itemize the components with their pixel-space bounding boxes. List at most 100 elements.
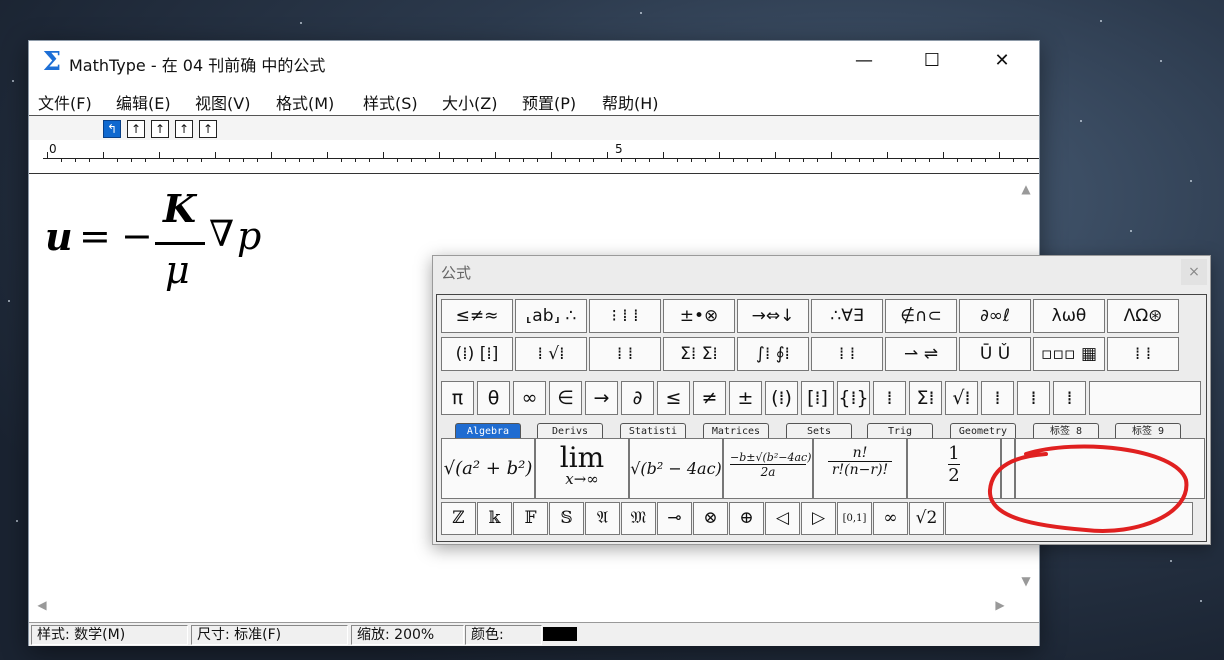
template-combination[interactable]: n! r!(n−r)!: [813, 438, 907, 499]
template-pythagorean[interactable]: √(a² + b²): [441, 438, 535, 499]
template-discriminant[interactable]: √(b² − 4ac): [629, 438, 723, 499]
blackboard-k-button[interactable]: 𝕜: [477, 502, 512, 535]
ruler-tick: [467, 158, 468, 162]
scroll-left-icon[interactable]: ◀: [29, 598, 55, 612]
palette-close-icon[interactable]: ×: [1181, 259, 1207, 285]
left-triangle-button[interactable]: ◁: [765, 502, 800, 535]
equation[interactable]: u = − K μ ∇ p: [45, 186, 305, 310]
tab-algebra[interactable]: Algebra: [455, 423, 521, 439]
greek-uppercase-palette-button[interactable]: ΛΩ⊛: [1107, 299, 1179, 333]
matrix-template-button[interactable]: ▫▫▫ ▦: [1033, 337, 1105, 371]
tab-trig[interactable]: Trig: [867, 423, 933, 439]
greek-lowercase-palette-button[interactable]: λωθ: [1033, 299, 1105, 333]
sum-template-button[interactable]: Σ⁞: [909, 381, 942, 415]
scroll-right-icon[interactable]: ▶: [987, 598, 1013, 612]
embellishments-palette-button[interactable]: ⁝ ⁞ ⁞: [589, 299, 661, 333]
less-equal-symbol-button[interactable]: ≤: [657, 381, 690, 415]
misc-symbols-palette-button[interactable]: ∂∞ℓ: [959, 299, 1031, 333]
tab-matrices[interactable]: Matrices: [703, 423, 769, 439]
scroll-down-icon[interactable]: ▼: [1013, 574, 1039, 588]
not-equal-symbol-button[interactable]: ≠: [693, 381, 726, 415]
multimap-button[interactable]: ⊸: [657, 502, 692, 535]
superscript-template-button[interactable]: ⁞: [981, 381, 1014, 415]
parentheses-template-button[interactable]: (⁞): [765, 381, 798, 415]
fraktur-f-button[interactable]: 𝔽: [513, 502, 548, 535]
sub-superscript-template-button[interactable]: ⁞: [1053, 381, 1086, 415]
menu-edit[interactable]: 编辑(E): [116, 90, 171, 114]
set-theory-palette-button[interactable]: ∉∩⊂: [885, 299, 957, 333]
bar-arrow-template-button[interactable]: ⁞ ⁞: [811, 337, 883, 371]
empty-slot[interactable]: [1089, 381, 1201, 415]
title-bar[interactable]: Σ MathType - 在 04 刊前确 中的公式 — ☐ ✕: [29, 41, 1039, 83]
right-triangle-button[interactable]: ▷: [801, 502, 836, 535]
menu-format[interactable]: 格式(M): [276, 90, 334, 114]
tab-label-8[interactable]: 标签 8: [1033, 423, 1099, 439]
fraction-radical-template-button[interactable]: ⁞ √⁞: [515, 337, 587, 371]
template-blank-narrow[interactable]: [1001, 438, 1015, 499]
summation-template-button[interactable]: Σ⁞ Σ⁞: [663, 337, 735, 371]
fraction-template-button[interactable]: ⁞: [873, 381, 906, 415]
menu-style[interactable]: 样式(S): [363, 90, 418, 114]
menu-file[interactable]: 文件(F): [38, 90, 92, 114]
template-limit[interactable]: lim x→∞: [535, 438, 629, 499]
right-arrow-symbol-button[interactable]: →: [585, 381, 618, 415]
horizontal-scrollbar[interactable]: ◀ ▶: [29, 592, 1013, 618]
brackets-template-button[interactable]: [⁞]: [801, 381, 834, 415]
template-empty-slot[interactable]: [1015, 438, 1205, 499]
subscript-template-button[interactable]: ⁞: [1017, 381, 1050, 415]
tab-derivs[interactable]: Derivs: [537, 423, 603, 439]
tab-statistics[interactable]: Statisti: [620, 423, 686, 439]
oplus-button[interactable]: ⊕: [729, 502, 764, 535]
logic-palette-button[interactable]: ∴∀∃: [811, 299, 883, 333]
menu-size[interactable]: 大小(Z): [442, 90, 497, 114]
tab-sets[interactable]: Sets: [786, 423, 852, 439]
fences-template-button[interactable]: (⁞) [⁞]: [441, 337, 513, 371]
spaces-ellipses-palette-button[interactable]: ⸤ab⸥ ∴: [515, 299, 587, 333]
menu-preferences[interactable]: 预置(P): [522, 90, 576, 114]
box-template-button[interactable]: ⁞ ⁞: [1107, 337, 1179, 371]
menu-view[interactable]: 视图(V): [195, 90, 250, 114]
infinity-symbol-button[interactable]: ∞: [513, 381, 546, 415]
braces-template-button[interactable]: {⁞}: [837, 381, 870, 415]
font-row-empty-slot[interactable]: [945, 502, 1193, 535]
partial-symbol-button[interactable]: ∂: [621, 381, 654, 415]
integral-template-button[interactable]: ∫⁞ ∮⁞: [737, 337, 809, 371]
theta-symbol-button[interactable]: θ: [477, 381, 510, 415]
maximize-button[interactable]: ☐: [899, 41, 965, 81]
align-relational-tab-icon[interactable]: ↑: [175, 120, 193, 138]
products-template-button[interactable]: Ū Ǔ: [959, 337, 1031, 371]
menu-help[interactable]: 帮助(H): [602, 90, 659, 114]
template-half[interactable]: 1 2: [907, 438, 1001, 499]
align-left-tab-icon[interactable]: ↰: [103, 120, 121, 138]
subscript-superscript-template-button[interactable]: ⁞ ⁞: [589, 337, 661, 371]
align-right-tab-icon[interactable]: ↑: [151, 120, 169, 138]
tab-label-9[interactable]: 标签 9: [1115, 423, 1181, 439]
tab-geometry[interactable]: Geometry: [950, 423, 1016, 439]
plus-minus-symbol-button[interactable]: ±: [729, 381, 762, 415]
scroll-up-icon[interactable]: ▲: [1013, 182, 1039, 196]
arrows-palette-button[interactable]: →⇔↓: [737, 299, 809, 333]
element-of-symbol-button[interactable]: ∈: [549, 381, 582, 415]
template-quadratic[interactable]: −b±√(b²−4ac) 2a: [723, 438, 813, 499]
operators-palette-button[interactable]: ±•⊗: [663, 299, 735, 333]
pi-symbol-button[interactable]: π: [441, 381, 474, 415]
quad-denominator: 2a: [760, 465, 776, 479]
ruler-tick: [355, 158, 356, 162]
blackboard-z-button[interactable]: ℤ: [441, 502, 476, 535]
infinity-button[interactable]: ∞: [873, 502, 908, 535]
sqrt-two-button[interactable]: √2: [909, 502, 944, 535]
relations-palette-button[interactable]: ≤≠≈: [441, 299, 513, 333]
align-decimal-tab-icon[interactable]: ↑: [199, 120, 217, 138]
labeled-arrow-template-button[interactable]: ⇀ ⇌: [885, 337, 957, 371]
ruler[interactable]: 0 5: [29, 140, 1039, 174]
interval-button[interactable]: [0,1]: [837, 502, 872, 535]
otimes-button[interactable]: ⊗: [693, 502, 728, 535]
align-center-tab-icon[interactable]: ↑: [127, 120, 145, 138]
close-button[interactable]: ✕: [969, 41, 1035, 81]
perm-numerator: n!: [828, 445, 892, 462]
fraktur-m-button[interactable]: 𝔐: [621, 502, 656, 535]
minimize-button[interactable]: —: [831, 41, 897, 81]
script-s-button[interactable]: 𝕊: [549, 502, 584, 535]
sqrt-template-button[interactable]: √⁞: [945, 381, 978, 415]
fraktur-a-button[interactable]: 𝔄: [585, 502, 620, 535]
